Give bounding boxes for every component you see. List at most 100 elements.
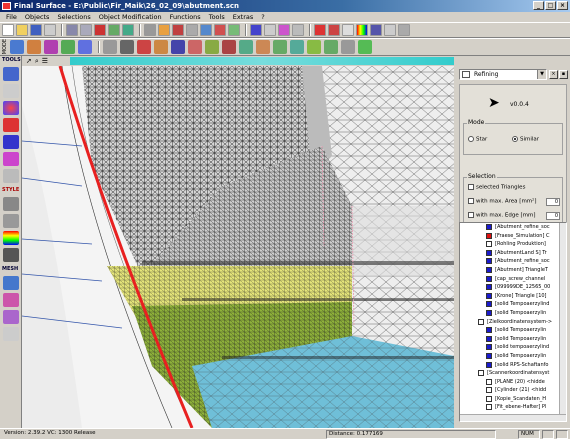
- cube-icon[interactable]: [3, 135, 19, 149]
- object-color-swatch[interactable]: [486, 284, 492, 291]
- tool-r-icon[interactable]: [324, 40, 338, 54]
- object-color-swatch[interactable]: [478, 318, 484, 325]
- tool-p-icon[interactable]: [290, 40, 304, 54]
- object-color-swatch[interactable]: [486, 258, 492, 265]
- measure-icon[interactable]: [172, 24, 184, 36]
- print-icon[interactable]: [44, 24, 56, 36]
- tree-item[interactable]: [solid tempoaerzylind: [460, 343, 566, 352]
- axis-mode-icon[interactable]: [78, 40, 92, 54]
- mesh-triangle-icon[interactable]: [3, 327, 19, 341]
- object-color-swatch[interactable]: [486, 241, 492, 248]
- tree-item[interactable]: [solid Tempoaerzylin: [460, 352, 566, 361]
- pointer-icon[interactable]: ➚: [26, 57, 32, 65]
- checkbox-max-edge[interactable]: [468, 212, 474, 218]
- tree-item[interactable]: [solid Tempoaerzylind: [460, 300, 566, 309]
- tree-item[interactable]: [Kopie_Scandaten_H: [460, 395, 566, 404]
- object-color-swatch[interactable]: [486, 335, 492, 342]
- chevron-down-icon[interactable]: ▼: [537, 70, 546, 79]
- copy-icon[interactable]: [66, 24, 78, 36]
- mesh-magnet-icon[interactable]: [3, 293, 19, 307]
- mode-similar-option[interactable]: Similar: [512, 136, 539, 143]
- menu-extras[interactable]: Extras: [233, 12, 254, 22]
- object-color-swatch[interactable]: [486, 387, 492, 394]
- checkbox-max-area[interactable]: [468, 198, 474, 204]
- triangle-icon[interactable]: [278, 24, 290, 36]
- arrow-left-icon[interactable]: [250, 24, 262, 36]
- object-color-swatch[interactable]: [486, 378, 492, 385]
- max-edge-option[interactable]: with max. Edge [mm]: [468, 212, 536, 219]
- tree-item[interactable]: [solid Tempoaerzylin: [460, 309, 566, 318]
- close-button[interactable]: ×: [557, 1, 568, 10]
- radio-star[interactable]: [468, 136, 474, 142]
- tree-item[interactable]: [Abutment_refine_soc: [460, 257, 566, 266]
- arrow-right-icon[interactable]: [264, 24, 276, 36]
- menu-functions[interactable]: Functions: [170, 12, 201, 22]
- tree-item[interactable]: [Fraese_Simulation] C: [460, 232, 566, 241]
- tool-i-icon[interactable]: [171, 40, 185, 54]
- mesh-icon[interactable]: [158, 24, 170, 36]
- tool-f-icon[interactable]: [398, 24, 410, 36]
- object-color-swatch[interactable]: [486, 275, 492, 282]
- object-color-swatch[interactable]: [486, 327, 492, 334]
- close-panel-button[interactable]: ×: [549, 70, 558, 79]
- tree-item[interactable]: [solid Tempoaerzylin: [460, 335, 566, 344]
- selected-triangles-option[interactable]: selected Triangles: [468, 184, 525, 191]
- tree-item[interactable]: [Krone] Triangle [10]: [460, 292, 566, 301]
- menu-file[interactable]: File: [6, 12, 17, 22]
- move-mode-icon[interactable]: [27, 40, 41, 54]
- point-cloud-icon[interactable]: [144, 24, 156, 36]
- object-color-swatch[interactable]: [486, 232, 492, 239]
- tool-m-icon[interactable]: [239, 40, 253, 54]
- mesh-pencil-icon[interactable]: [3, 276, 19, 290]
- tool-a-icon[interactable]: [314, 24, 326, 36]
- lasso-icon[interactable]: [3, 84, 19, 98]
- color-map-icon[interactable]: [3, 231, 19, 245]
- object-color-swatch[interactable]: [486, 344, 492, 351]
- view-icon[interactable]: [292, 24, 304, 36]
- max-edge-input[interactable]: 0: [546, 212, 560, 220]
- tree-item[interactable]: [Abutment_refine_soc: [460, 223, 566, 232]
- tree-item[interactable]: [AbutmentLand S] Tr: [460, 249, 566, 258]
- object-color-swatch[interactable]: [486, 224, 492, 230]
- paste-icon[interactable]: [80, 24, 92, 36]
- object-color-swatch[interactable]: [486, 361, 492, 368]
- tool-n-icon[interactable]: [256, 40, 270, 54]
- palette-icon[interactable]: [356, 24, 368, 36]
- max-area-option[interactable]: with max. Area [mm²]: [468, 198, 537, 205]
- tree-item[interactable]: [Fit_ebene-Hafter] Pl: [460, 403, 566, 412]
- menu-selections[interactable]: Selections: [57, 12, 90, 22]
- pan-icon[interactable]: ☰: [42, 57, 48, 65]
- tool-j-icon[interactable]: [188, 40, 202, 54]
- hand-icon[interactable]: [103, 40, 117, 54]
- tool-s-icon[interactable]: [341, 40, 355, 54]
- object-color-swatch[interactable]: [486, 309, 492, 316]
- zoom-icon[interactable]: ⌕: [35, 57, 39, 66]
- object-tree[interactable]: [Abutment_refine_soc [Fraese_Simulation] …: [459, 222, 567, 422]
- merge-icon[interactable]: [122, 24, 134, 36]
- search-icon[interactable]: [120, 40, 134, 54]
- object-color-swatch[interactable]: [486, 395, 492, 402]
- new-file-icon[interactable]: [2, 24, 14, 36]
- max-area-input[interactable]: 0: [546, 198, 560, 206]
- plane-icon[interactable]: [200, 24, 212, 36]
- pin-panel-button[interactable]: ▪: [559, 70, 568, 79]
- object-color-swatch[interactable]: [486, 292, 492, 299]
- grid-icon[interactable]: [186, 24, 198, 36]
- object-color-swatch[interactable]: [486, 404, 492, 411]
- rotate-mode-icon[interactable]: [44, 40, 58, 54]
- tool-k-icon[interactable]: [205, 40, 219, 54]
- minimize-button[interactable]: _: [533, 1, 544, 10]
- tool-t-icon[interactable]: [358, 40, 372, 54]
- object-color-swatch[interactable]: [486, 301, 492, 308]
- object-color-swatch[interactable]: [478, 370, 484, 377]
- frame-icon[interactable]: [3, 169, 19, 183]
- tree-horizontal-scrollbar[interactable]: [460, 414, 566, 421]
- target-icon[interactable]: [3, 118, 19, 132]
- fit-icon[interactable]: [228, 24, 240, 36]
- tree-item[interactable]: [Abutment] TriangleT: [460, 266, 566, 275]
- 3d-viewport[interactable]: [22, 66, 454, 428]
- tool-g-icon[interactable]: [137, 40, 151, 54]
- tool-b-icon[interactable]: [328, 24, 340, 36]
- menu-help[interactable]: ?: [261, 12, 264, 22]
- open-file-icon[interactable]: [16, 24, 28, 36]
